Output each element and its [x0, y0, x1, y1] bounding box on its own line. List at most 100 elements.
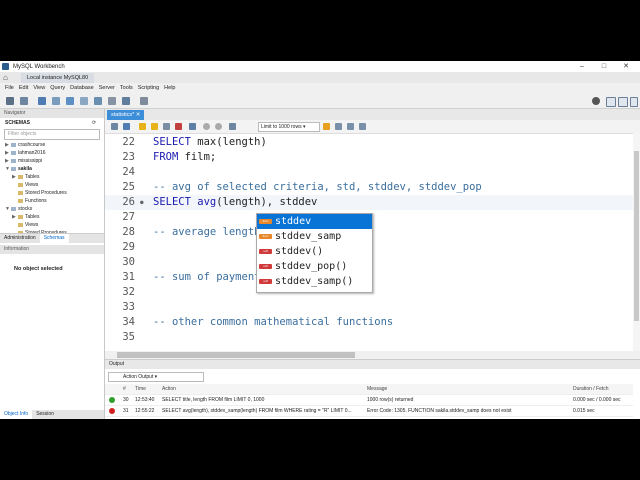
- line-number: 25: [122, 181, 135, 193]
- column-header-time[interactable]: Time: [135, 384, 146, 394]
- autocommit-icon[interactable]: [229, 123, 236, 130]
- menu-query[interactable]: Query: [50, 85, 65, 91]
- schema-tree-item[interactable]: ▶ crashcourse: [0, 141, 104, 149]
- autocomplete-item[interactable]: udf stddev_samp(): [257, 274, 372, 289]
- word-wrap-icon[interactable]: [359, 123, 366, 130]
- schema-tree-item[interactable]: ▶ mississippi: [0, 157, 104, 165]
- home-icon[interactable]: ⌂: [3, 73, 13, 82]
- column-header-message[interactable]: Message: [367, 384, 387, 394]
- toggle-output-icon[interactable]: [618, 97, 628, 107]
- save-icon[interactable]: [123, 123, 130, 130]
- navigator-panel: Navigator SCHEMAS ⟳ Filter objects ▶ cras…: [0, 109, 105, 419]
- minimize-icon[interactable]: –: [572, 61, 592, 72]
- new-sql-tab-icon[interactable]: [6, 97, 14, 105]
- autocomplete-item[interactable]: udf stddev_pop(): [257, 259, 372, 274]
- maximize-icon[interactable]: □: [594, 61, 614, 72]
- beautify-icon[interactable]: [323, 123, 330, 130]
- schema-tree-item[interactable]: ▶ lahman2016: [0, 149, 104, 157]
- column-header-action[interactable]: Action: [162, 384, 176, 394]
- tree-item-label: Views: [25, 222, 39, 228]
- create-function-icon[interactable]: [108, 97, 116, 105]
- schema-tree-item[interactable]: ▼ sakila: [0, 165, 104, 173]
- filter-objects-input[interactable]: Filter objects: [4, 129, 100, 140]
- output-cell-message: 1000 row(s) returned: [367, 397, 414, 403]
- reconnect-icon[interactable]: [140, 97, 148, 105]
- open-file-icon[interactable]: [111, 123, 118, 130]
- create-table-icon[interactable]: [66, 97, 74, 105]
- output-cell-num: 30: [123, 397, 129, 403]
- line-number: 26: [122, 196, 135, 208]
- tab-administration[interactable]: Administration: [0, 234, 40, 243]
- output-table-header: # Time Action Message Duration / Fetch: [105, 384, 633, 395]
- editor-tab-statistics[interactable]: statistics* ✕: [107, 110, 145, 120]
- tree-item-label: Views: [25, 182, 39, 188]
- autocomplete-item[interactable]: func stddev: [257, 214, 372, 229]
- sql-keyword: SELECT: [153, 136, 198, 148]
- editor-vertical-scrollbar[interactable]: [633, 133, 640, 351]
- schema-tree-item[interactable]: ▼ stocks: [0, 205, 104, 213]
- create-schema-icon[interactable]: [52, 97, 60, 105]
- schema-tree-item[interactable]: Functions: [0, 197, 104, 205]
- toggle-sidebar-icon[interactable]: [606, 97, 616, 107]
- close-tab-icon[interactable]: ✕: [136, 112, 141, 118]
- menu-file[interactable]: File: [5, 85, 14, 91]
- commit-icon[interactable]: [203, 123, 210, 130]
- menu-database[interactable]: Database: [70, 85, 94, 91]
- output-panel: Output Action Output ▾ # Time Action Messag…: [105, 359, 640, 419]
- menu-edit[interactable]: Edit: [19, 85, 28, 91]
- schema-tree-item[interactable]: Views: [0, 181, 104, 189]
- editor-tab-bar: statistics* ✕: [105, 109, 640, 120]
- menu-scripting[interactable]: Scripting: [138, 85, 159, 91]
- execute-icon[interactable]: [139, 123, 146, 130]
- invisible-chars-icon[interactable]: [347, 123, 354, 130]
- schema-tree-item[interactable]: Stored Procedures: [0, 229, 104, 233]
- autocomplete-item[interactable]: func stddev_samp: [257, 229, 372, 244]
- toggle-secondary-sidebar-icon[interactable]: [630, 97, 638, 107]
- rollback-icon[interactable]: [215, 123, 222, 130]
- column-header-num[interactable]: #: [123, 384, 126, 394]
- schema-tree-item[interactable]: ▶ Tables: [0, 213, 104, 221]
- schema-tree-item[interactable]: ▶ Tables: [0, 173, 104, 181]
- search-table-data-icon[interactable]: [122, 97, 130, 105]
- settings-gear-icon[interactable]: [592, 97, 600, 105]
- toggle-stop-on-error-icon[interactable]: [189, 123, 196, 130]
- main-toolbar: [0, 94, 640, 109]
- tab-session[interactable]: Session: [32, 410, 58, 419]
- schema-tree-item[interactable]: Stored Procedures: [0, 189, 104, 197]
- connection-tab[interactable]: Local instance MySQL80: [21, 72, 95, 83]
- autocomplete-label: stddev_samp: [275, 231, 342, 242]
- output-row[interactable]: 30 12:53:40 SELECT title, length FROM film…: [105, 395, 633, 406]
- sql-comment: -- other common mathematical functions: [153, 316, 394, 328]
- output-cell-duration: 0.015 sec: [573, 408, 595, 414]
- stop-icon[interactable]: [175, 123, 182, 130]
- code-line: 26 ● SELECT avg(length), stddev: [105, 195, 633, 210]
- output-row[interactable]: 31 12:55:22 SELECT avg(length), stddev_sam…: [105, 406, 633, 417]
- folder-icon: [18, 222, 23, 227]
- tab-schemas[interactable]: Schemas: [39, 234, 69, 243]
- menu-view[interactable]: View: [33, 85, 45, 91]
- explain-icon[interactable]: [163, 123, 170, 130]
- schema-inspector-icon[interactable]: [38, 97, 46, 105]
- horizontal-scroll-thumb[interactable]: [117, 352, 355, 358]
- menu-server[interactable]: Server: [99, 85, 115, 91]
- autocomplete-label: stddev(): [275, 246, 324, 257]
- tab-object-info[interactable]: Object Info: [0, 410, 33, 419]
- close-icon[interactable]: ✕: [616, 61, 636, 72]
- menu-tools[interactable]: Tools: [120, 85, 133, 91]
- column-header-duration[interactable]: Duration / Fetch: [573, 384, 609, 394]
- output-cell-duration: 0.000 sec / 0.000 sec: [573, 397, 621, 403]
- vertical-scroll-thumb[interactable]: [634, 151, 639, 321]
- create-view-icon[interactable]: [80, 97, 88, 105]
- editor-horizontal-scrollbar[interactable]: [105, 351, 640, 359]
- open-sql-script-icon[interactable]: [20, 97, 28, 105]
- execute-current-icon[interactable]: [151, 123, 158, 130]
- tree-item-label: sakila: [18, 166, 32, 172]
- find-icon[interactable]: [335, 123, 342, 130]
- autocomplete-item[interactable]: udf stddev(): [257, 244, 372, 259]
- schema-tree-item[interactable]: Views: [0, 221, 104, 229]
- refresh-schemas-icon[interactable]: ⟳: [92, 118, 96, 128]
- action-output-select[interactable]: Action Output ▾: [108, 372, 204, 382]
- create-procedure-icon[interactable]: [94, 97, 102, 105]
- limit-rows-select[interactable]: Limit to 1000 rows ▾: [258, 122, 320, 132]
- menu-help[interactable]: Help: [164, 85, 175, 91]
